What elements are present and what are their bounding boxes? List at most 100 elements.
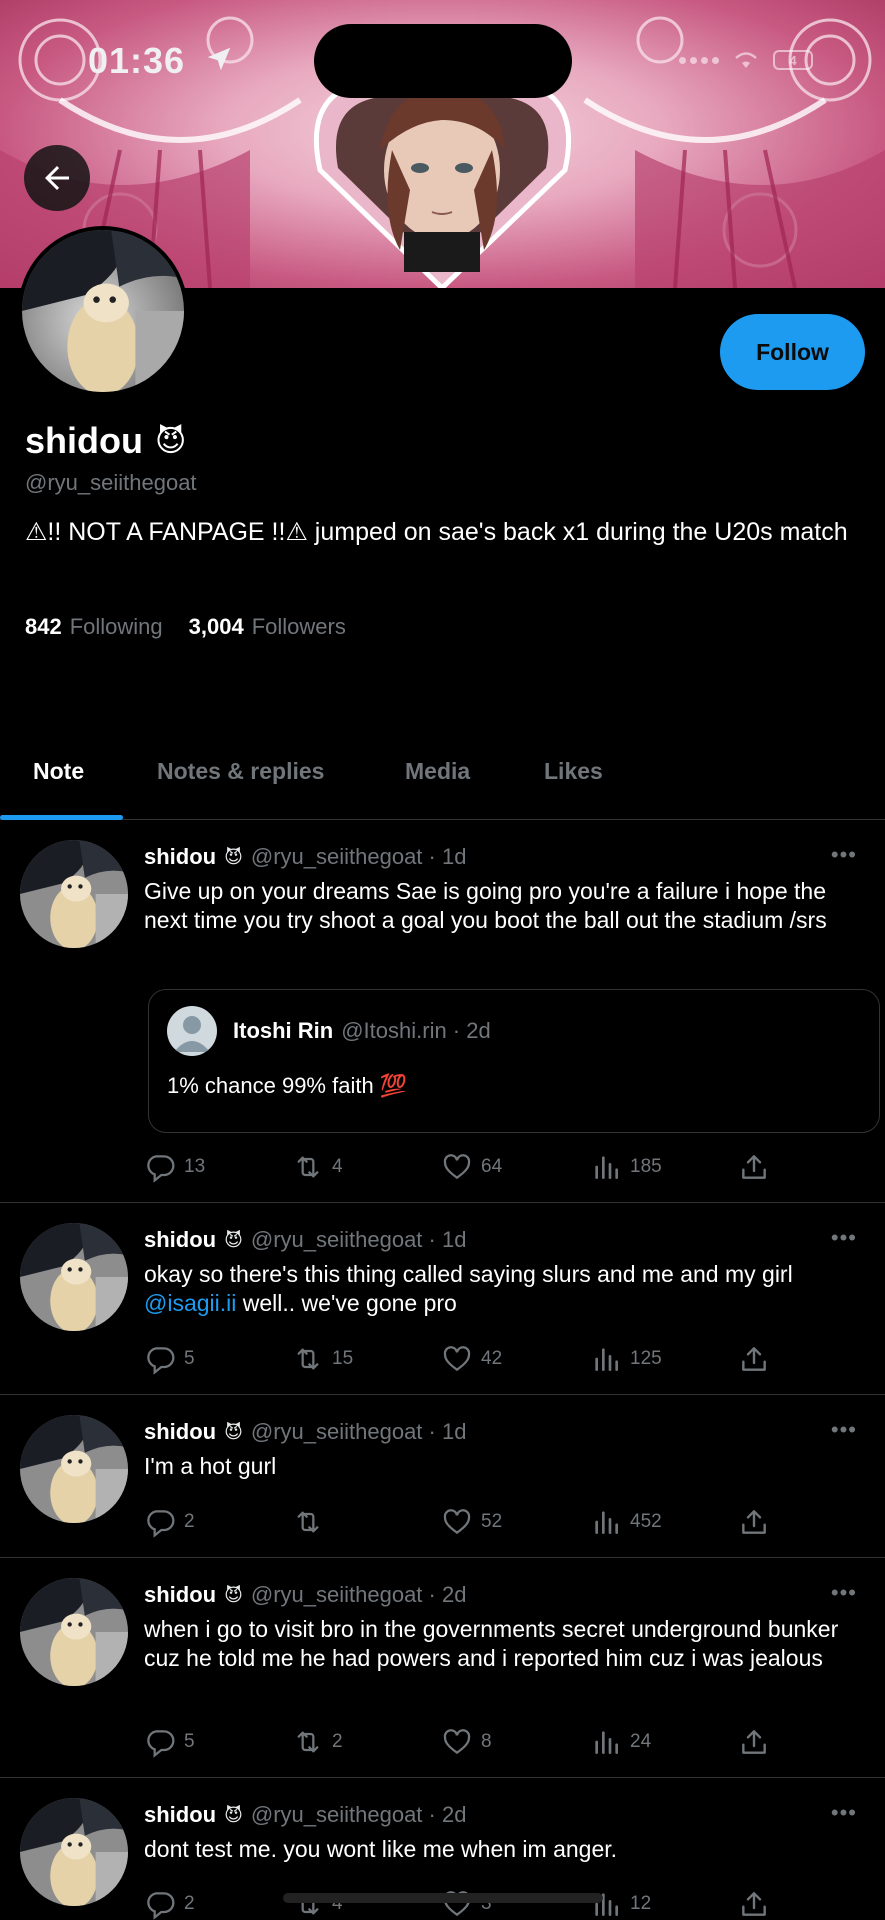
reply-icon xyxy=(144,1506,176,1538)
tab-likes[interactable]: Likes xyxy=(544,758,603,785)
repost-button[interactable]: 2 xyxy=(292,1726,343,1758)
quoted-handle-time: @Itoshi.rin · 2d xyxy=(341,1018,491,1043)
location-arrow-icon xyxy=(207,47,231,71)
following-count: 842 xyxy=(25,614,62,639)
arrow-left-icon xyxy=(45,166,69,190)
mention-link[interactable]: @isagii.ii xyxy=(144,1290,236,1316)
profile-bio: ⚠!! NOT A FANPAGE !!⚠ jumped on sae's ba… xyxy=(25,518,848,546)
more-icon[interactable]: ••• xyxy=(831,1800,857,1826)
share-icon xyxy=(738,1151,770,1183)
reply-button[interactable]: 2 xyxy=(144,1888,195,1920)
following-label: Following xyxy=(69,614,163,639)
post-avatar[interactable] xyxy=(20,1415,128,1523)
views-button[interactable]: 24 xyxy=(590,1726,651,1758)
post-author-name: shidou xyxy=(144,1582,217,1607)
post-meta: shidou 😈 @ryu_seiithegoat · 2d xyxy=(144,1582,466,1608)
reply-button[interactable]: 5 xyxy=(144,1343,195,1375)
reply-count: 13 xyxy=(184,1156,206,1177)
post-handle-time: @ryu_seiithegoat · 1d xyxy=(250,844,467,869)
like-count: 42 xyxy=(481,1348,503,1369)
views-button[interactable]: 452 xyxy=(590,1506,662,1538)
repost-button[interactable]: 4 xyxy=(292,1151,343,1183)
tab-media[interactable]: Media xyxy=(405,758,470,785)
back-button[interactable] xyxy=(24,145,90,211)
reply-button[interactable]: 5 xyxy=(144,1726,195,1758)
home-indicator[interactable] xyxy=(283,1893,603,1903)
profile-handle: @ryu_seiithegoat xyxy=(25,470,197,495)
views-icon xyxy=(590,1343,622,1375)
reply-button[interactable]: 2 xyxy=(144,1506,195,1538)
heart-icon xyxy=(441,1343,473,1375)
like-button[interactable]: 64 xyxy=(441,1151,502,1183)
reply-icon xyxy=(144,1343,176,1375)
post-avatar[interactable] xyxy=(20,1798,128,1906)
share-icon xyxy=(738,1888,770,1920)
status-time: 01:36 xyxy=(88,40,186,81)
views-button[interactable]: 125 xyxy=(590,1343,662,1375)
like-count: 8 xyxy=(481,1731,492,1752)
repost-button[interactable] xyxy=(292,1506,332,1538)
like-button[interactable]: 52 xyxy=(441,1506,502,1538)
avatar-image xyxy=(22,230,184,392)
like-button[interactable]: 42 xyxy=(441,1343,502,1375)
repost-icon xyxy=(292,1726,324,1758)
repost-button[interactable]: 15 xyxy=(292,1343,353,1375)
post-author-name: shidou xyxy=(144,844,217,869)
like-count: 52 xyxy=(481,1511,503,1532)
more-icon[interactable]: ••• xyxy=(831,1417,857,1443)
post-meta: shidou 😈 @ryu_seiithegoat · 1d xyxy=(144,1419,466,1445)
views-count: 185 xyxy=(630,1156,662,1177)
heart-icon xyxy=(441,1506,473,1538)
post-text: Give up on your dreams Sae is going pro … xyxy=(144,878,827,933)
devil-emoji: 😈 xyxy=(224,1804,243,1825)
battery-icon: 4 xyxy=(773,50,813,70)
reply-button[interactable]: 13 xyxy=(144,1151,205,1183)
heart-icon xyxy=(441,1151,473,1183)
display-name-text: shidou xyxy=(25,420,143,461)
post-1[interactable]: shidou 😈 @ryu_seiithegoat · 1d ••• Give … xyxy=(0,820,885,1203)
post-text: okay so there's this thing called saying… xyxy=(144,1260,864,1318)
quoted-post[interactable]: Itoshi Rin @Itoshi.rin · 2d 1% chance 99… xyxy=(148,989,880,1133)
post-avatar[interactable] xyxy=(20,1223,128,1331)
post-3[interactable]: shidou 😈 @ryu_seiithegoat · 1d ••• I'm a… xyxy=(0,1395,885,1558)
views-count: 24 xyxy=(630,1731,652,1752)
profile-tabs: Note Notes & replies Media Likes xyxy=(0,740,885,820)
post-2[interactable]: shidou 😈 @ryu_seiithegoat · 1d ••• okay … xyxy=(0,1203,885,1395)
cellular-signal-icon xyxy=(679,56,719,64)
profile-stats: 842 Following 3,004 Followers xyxy=(25,614,346,640)
share-button[interactable] xyxy=(738,1726,770,1758)
share-button[interactable] xyxy=(738,1506,770,1538)
post-4[interactable]: shidou 😈 @ryu_seiithegoat · 2d ••• when … xyxy=(0,1558,885,1778)
like-button[interactable]: 8 xyxy=(441,1726,492,1758)
profile-avatar[interactable] xyxy=(18,226,188,396)
more-icon[interactable]: ••• xyxy=(831,1225,857,1251)
following-stat[interactable]: 842 Following xyxy=(25,614,163,640)
post-text: when i go to visit bro in the government… xyxy=(144,1616,839,1671)
views-icon xyxy=(590,1506,622,1538)
quoted-text: 1% chance 99% faith 💯 xyxy=(167,1073,408,1098)
share-button[interactable] xyxy=(738,1888,770,1920)
post-text: I'm a hot gurl xyxy=(144,1453,277,1479)
views-count: 452 xyxy=(630,1511,662,1532)
post-actions: 13 4 64 185 xyxy=(144,1151,784,1185)
share-icon xyxy=(738,1726,770,1758)
views-icon xyxy=(590,1726,622,1758)
follow-button[interactable]: Follow xyxy=(720,314,865,390)
views-button[interactable]: 185 xyxy=(590,1151,662,1183)
more-icon[interactable]: ••• xyxy=(831,842,857,868)
share-button[interactable] xyxy=(738,1343,770,1375)
post-handle-time: @ryu_seiithegoat · 2d xyxy=(250,1802,467,1827)
reply-count: 2 xyxy=(184,1893,195,1914)
post-text: dont test me. you wont like me when im a… xyxy=(144,1836,618,1862)
post-avatar[interactable] xyxy=(20,1578,128,1686)
post-avatar[interactable] xyxy=(20,840,128,948)
tab-notes-replies[interactable]: Notes & replies xyxy=(157,758,324,785)
post-author-name: shidou xyxy=(144,1802,217,1827)
more-icon[interactable]: ••• xyxy=(831,1580,857,1606)
followers-stat[interactable]: 3,004 Followers xyxy=(189,614,346,640)
share-button[interactable] xyxy=(738,1151,770,1183)
tab-note[interactable]: Note xyxy=(33,758,84,785)
status-indicators: 4 xyxy=(679,50,813,70)
quoted-author-name: Itoshi Rin xyxy=(233,1018,334,1043)
dynamic-island xyxy=(314,24,572,98)
